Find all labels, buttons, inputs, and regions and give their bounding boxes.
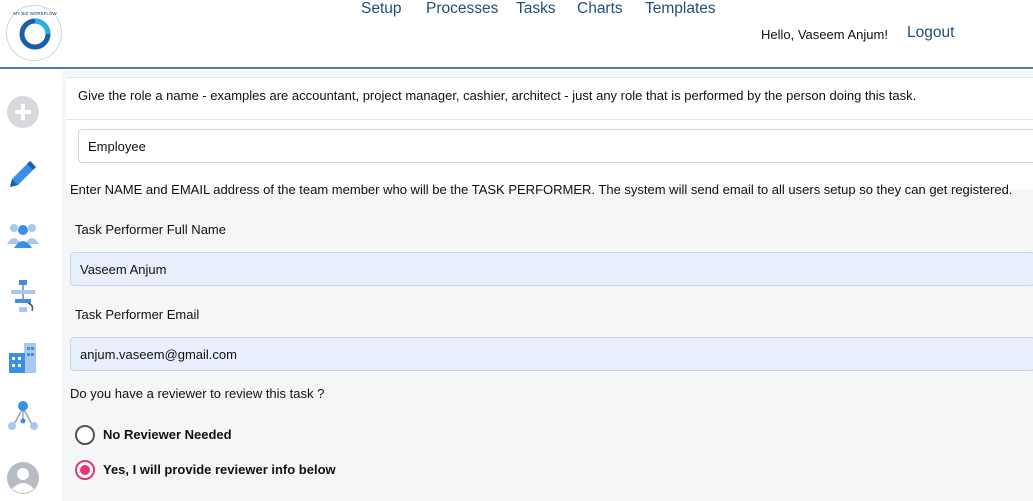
network-icon[interactable] (6, 399, 40, 433)
role-hint-text: Give the role a name - examples are acco… (78, 88, 917, 103)
task-performer-instruction: Enter NAME and EMAIL address of the team… (70, 182, 1013, 197)
logout-link[interactable]: Logout (907, 24, 954, 42)
flowchart-icon[interactable] (6, 279, 40, 313)
nav-processes[interactable]: Processes (426, 0, 498, 18)
team-icon[interactable] (6, 217, 40, 251)
performer-name-label: Task Performer Full Name (75, 222, 226, 237)
logo-text: MY BIZ WORKFLOW (13, 11, 57, 16)
add-icon[interactable] (6, 95, 40, 129)
nav-charts[interactable]: Charts (577, 0, 623, 18)
radio-button[interactable] (75, 425, 95, 445)
role-name-input[interactable] (78, 129, 1033, 163)
buildings-icon[interactable] (6, 341, 40, 375)
performer-email-label: Task Performer Email (75, 307, 200, 322)
nav-templates[interactable]: Templates (645, 0, 716, 18)
nav-tasks[interactable]: Tasks (516, 0, 556, 18)
radio-yes-reviewer-label: Yes, I will provide reviewer info below (103, 462, 336, 477)
top-header: MY BIZ WORKFLOW Setup Processes Tasks Ch… (0, 0, 1033, 69)
radio-no-reviewer-label: No Reviewer Needed (103, 427, 232, 442)
sidebar (0, 71, 56, 501)
reviewer-question: Do you have a reviewer to review this ta… (70, 386, 325, 401)
user-avatar-icon[interactable] (6, 461, 40, 495)
my-biz-workflow-logo-icon: MY BIZ WORKFLOW (13, 11, 57, 50)
role-panel: Give the role a name - examples are acco… (66, 77, 1033, 189)
task-form: Give the role a name - examples are acco… (62, 71, 1033, 501)
performer-email-input[interactable] (70, 337, 1033, 371)
app-logo[interactable]: MY BIZ WORKFLOW (6, 5, 62, 61)
divider (66, 119, 1033, 120)
user-greeting: Hello, Vaseem Anjum! (761, 27, 888, 42)
performer-name-input[interactable] (70, 252, 1033, 286)
radio-button-checked[interactable] (75, 460, 95, 480)
nav-setup[interactable]: Setup (361, 0, 402, 18)
edit-pencil-icon[interactable] (6, 157, 40, 191)
